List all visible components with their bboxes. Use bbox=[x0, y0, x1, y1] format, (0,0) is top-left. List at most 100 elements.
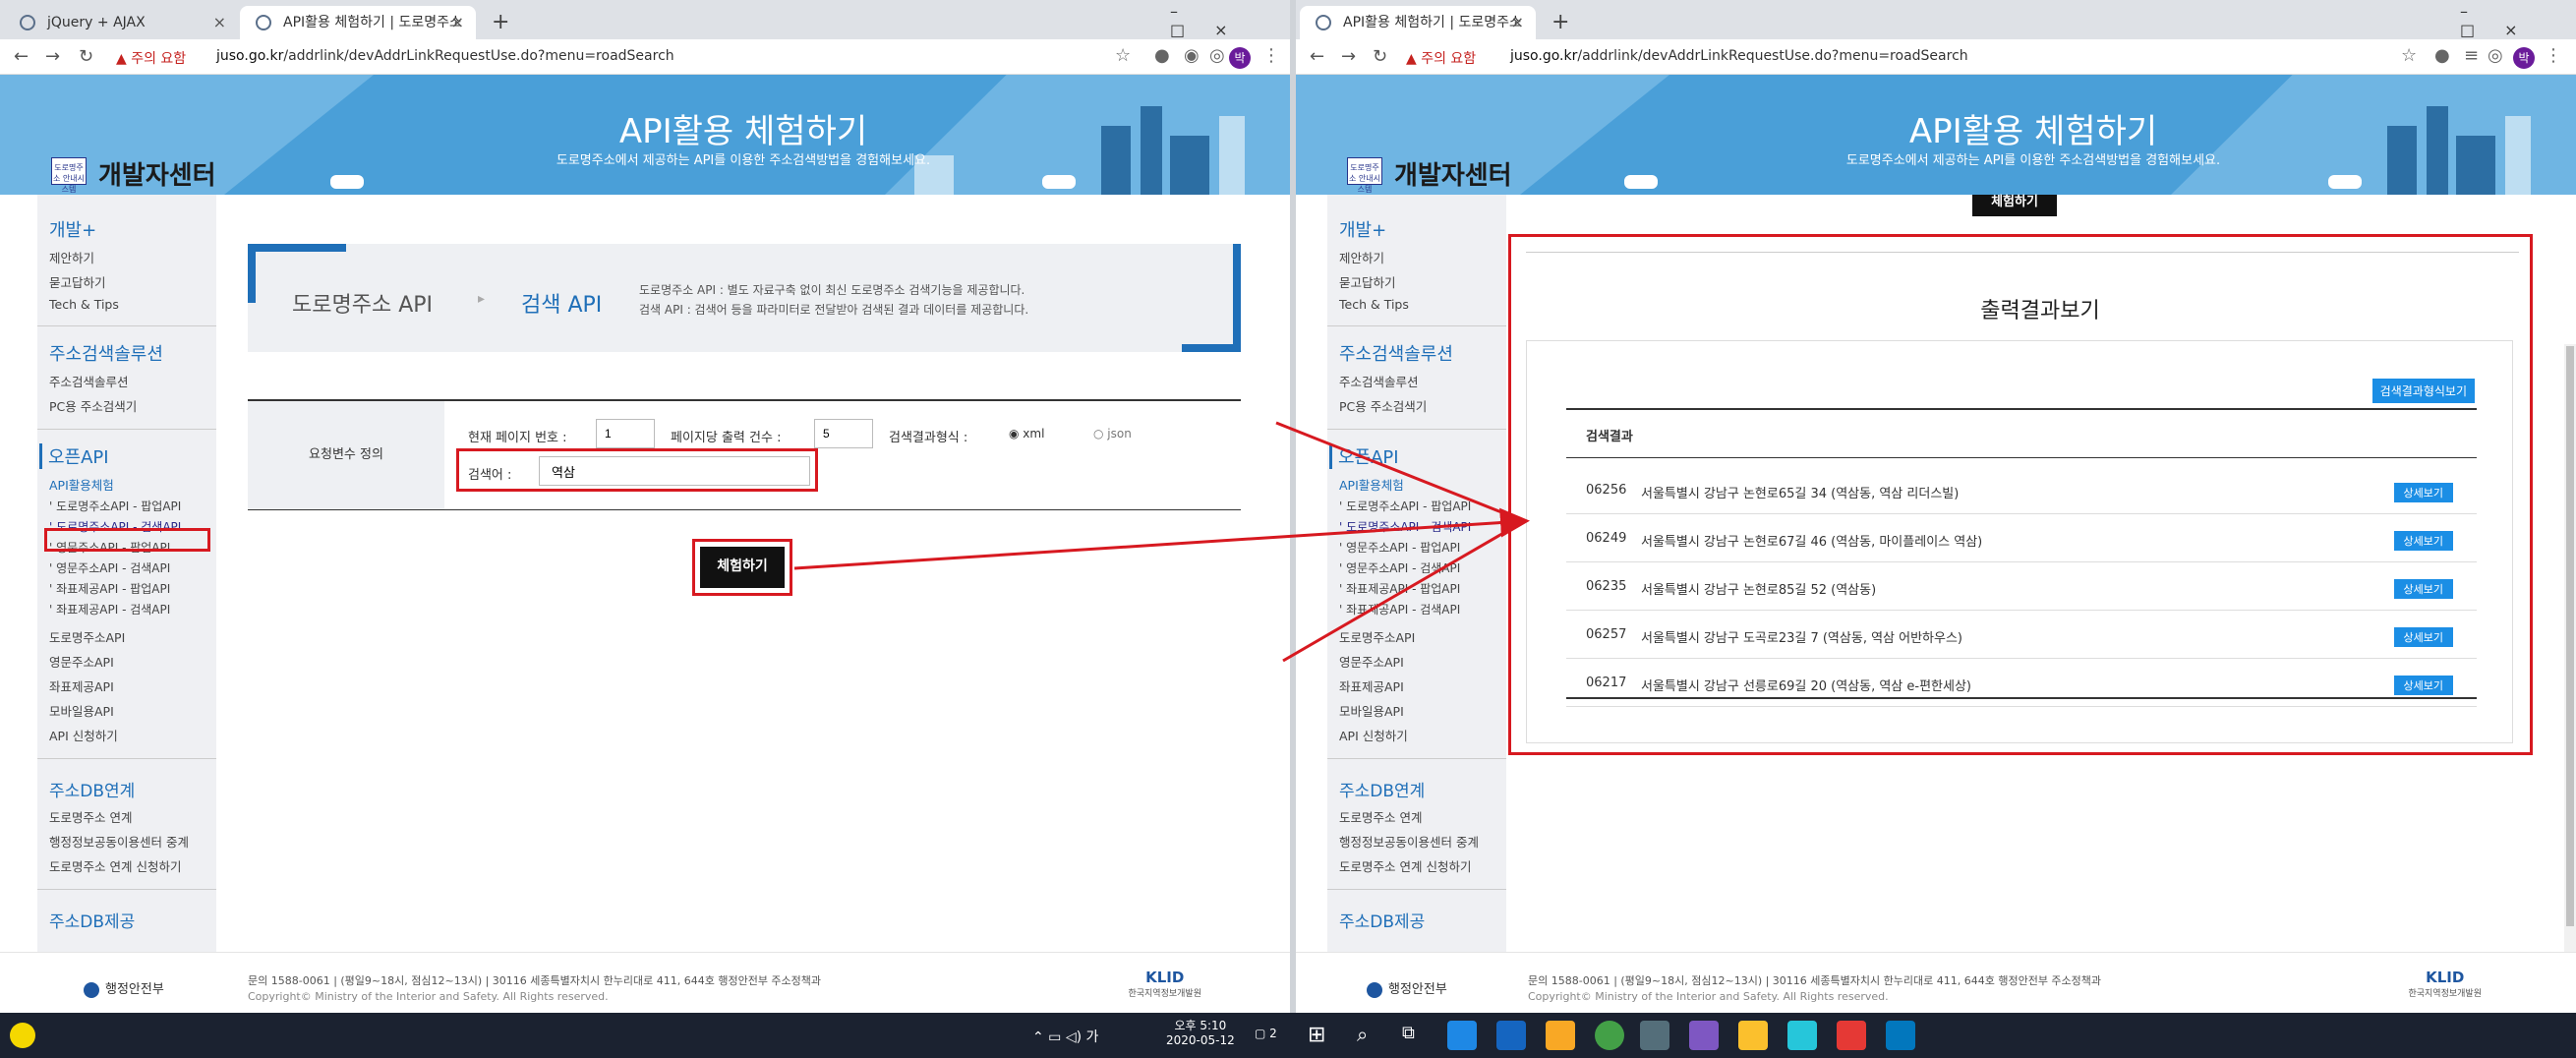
sidebar-item[interactable]: 제안하기 bbox=[1339, 248, 1506, 266]
sidebar-heading-dbprov[interactable]: 주소DB제공 bbox=[49, 908, 216, 932]
sidebar-subitem[interactable]: ' 영문주소API - 팝업API bbox=[49, 539, 216, 556]
extension-icon[interactable]: ◎ bbox=[2488, 45, 2503, 66]
ministry-logo[interactable]: 행정안전부 bbox=[1367, 978, 1447, 998]
sidebar-item[interactable]: API 신청하기 bbox=[49, 726, 216, 744]
sidebar-item[interactable]: 행정정보공동이용센터 중계 bbox=[1339, 832, 1506, 851]
sidebar-subitem[interactable]: ' 좌표제공API - 팝업API bbox=[49, 580, 216, 597]
window-controls[interactable]: –□× bbox=[2460, 2, 2576, 39]
extension-icon[interactable]: ◎ bbox=[1209, 45, 1225, 66]
sidebar-item[interactable]: 도로명주소API bbox=[1339, 627, 1506, 646]
tab-jquery-ajax[interactable]: jQuery + AJAX × bbox=[4, 6, 238, 39]
forward-icon[interactable]: → bbox=[1341, 46, 1356, 67]
sidebar-heading-dev[interactable]: 개발+ bbox=[49, 216, 216, 242]
sidebar-item[interactable]: 도로명주소 연계 신청하기 bbox=[1339, 856, 1506, 875]
tab-api-experience[interactable]: API활용 체험하기 | 도로명주소 × bbox=[1300, 6, 1536, 39]
sidebar-item[interactable]: Tech & Tips bbox=[1339, 297, 1506, 312]
forward-icon[interactable]: → bbox=[45, 46, 60, 67]
detail-button[interactable]: 상세보기 bbox=[2393, 483, 2453, 502]
sidebar-item[interactable]: 제안하기 bbox=[49, 248, 216, 266]
reload-icon[interactable]: ↻ bbox=[1373, 46, 1387, 67]
sidebar-heading-solution[interactable]: 주소검색솔루션 bbox=[49, 340, 216, 366]
ministry-logo[interactable]: 행정안전부 bbox=[84, 978, 164, 998]
detail-button[interactable]: 상세보기 bbox=[2393, 627, 2453, 647]
app-icon[interactable] bbox=[1837, 1021, 1866, 1050]
sidebar-item[interactable]: Tech & Tips bbox=[49, 297, 216, 312]
security-warning[interactable]: ▲ 주의 요함 bbox=[1406, 48, 1476, 68]
clock[interactable]: 오후 5:10 2020-05-12 bbox=[1166, 1017, 1235, 1047]
sidebar-heading-dev[interactable]: 개발+ bbox=[1339, 216, 1506, 242]
sidebar-item[interactable]: PC용 주소검색기 bbox=[1339, 396, 1506, 415]
scrollbar[interactable] bbox=[2564, 344, 2576, 954]
back-icon[interactable]: ← bbox=[1310, 46, 1324, 67]
radio-json[interactable]: ○ json bbox=[1093, 427, 1132, 441]
kakaotalk-icon[interactable] bbox=[10, 1023, 35, 1048]
window-controls[interactable]: –□× bbox=[1170, 2, 1290, 39]
developer-center-logo[interactable]: 개발자센터 bbox=[98, 155, 216, 192]
sidebar-heading-openapi[interactable]: 오픈API bbox=[39, 443, 216, 469]
sidebar-item[interactable]: 행정정보공동이용센터 중계 bbox=[49, 832, 216, 851]
site-logo-icon[interactable]: 도로명주소 안내시스템 bbox=[51, 157, 87, 194]
security-warning[interactable]: ▲ 주의 요함 bbox=[116, 48, 186, 68]
profile-avatar[interactable]: 박 bbox=[2513, 46, 2535, 69]
sidebar-heading-db[interactable]: 주소DB연계 bbox=[49, 777, 216, 801]
sidebar-heading-solution[interactable]: 주소검색솔루션 bbox=[1339, 340, 1506, 366]
close-tab-icon[interactable]: × bbox=[213, 6, 226, 39]
sidebar-item-api-experience[interactable]: API활용체험 bbox=[1339, 475, 1506, 494]
sidebar-item[interactable]: 묻고답하기 bbox=[1339, 272, 1506, 291]
try-it-button[interactable]: 체험하기 bbox=[1972, 195, 2057, 216]
app-icon[interactable] bbox=[1886, 1021, 1915, 1050]
new-tab-button[interactable]: + bbox=[1551, 6, 1569, 39]
edge-icon[interactable] bbox=[1447, 1021, 1477, 1050]
sidebar-item[interactable]: 좌표제공API bbox=[49, 676, 216, 695]
tray-icons[interactable]: ⌃ ▭ ◁) 가 bbox=[1032, 1027, 1098, 1046]
sidebar-item[interactable]: 좌표제공API bbox=[1339, 676, 1506, 695]
extension-icon[interactable]: ◉ bbox=[1184, 45, 1200, 66]
radio-xml[interactable]: ◉ xml bbox=[1009, 427, 1044, 441]
sidebar-item[interactable]: 주소검색솔루션 bbox=[1339, 372, 1506, 390]
site-logo-icon[interactable]: 도로명주소 안내시스템 bbox=[1347, 157, 1382, 194]
reload-icon[interactable]: ↻ bbox=[79, 46, 93, 67]
detail-button[interactable]: 상세보기 bbox=[2393, 531, 2453, 551]
sidebar-item[interactable]: 도로명주소 연계 신청하기 bbox=[49, 856, 216, 875]
sidebar-item[interactable]: 도로명주소API bbox=[49, 627, 216, 646]
task-view-icon[interactable]: ⧉ bbox=[1402, 1023, 1415, 1043]
bookmark-star-icon[interactable]: ☆ bbox=[2401, 45, 2417, 66]
close-tab-icon[interactable]: × bbox=[451, 6, 464, 39]
sidebar-item[interactable]: 모바일용API bbox=[1339, 701, 1506, 720]
url-field[interactable]: juso.go.kr/addrlink/devAddrLinkRequestUs… bbox=[1510, 48, 1968, 64]
format-view-button[interactable]: 검색결과형식보기 bbox=[2371, 379, 2475, 403]
sidebar-subitem[interactable]: ' 영문주소API - 검색API bbox=[1339, 559, 1506, 576]
sidebar-subitem[interactable]: ' 좌표제공API - 팝업API bbox=[1339, 580, 1506, 597]
store-icon[interactable] bbox=[1496, 1021, 1526, 1050]
sidebar-subitem[interactable]: ' 도로명주소API - 팝업API bbox=[1339, 498, 1506, 514]
app-icon[interactable] bbox=[1640, 1021, 1669, 1050]
sidebar-subitem[interactable]: ' 영문주소API - 검색API bbox=[49, 559, 216, 576]
sidebar-item[interactable]: 주소검색솔루션 bbox=[49, 372, 216, 390]
sidebar-heading-dbprov[interactable]: 주소DB제공 bbox=[1339, 908, 1506, 932]
windows-start-icon[interactable]: ⊞ bbox=[1308, 1023, 1325, 1047]
sidebar-item[interactable]: 모바일용API bbox=[49, 701, 216, 720]
sidebar-subitem-selected[interactable]: ' 도로명주소API - 검색API bbox=[49, 518, 216, 535]
sidebar-item[interactable]: 영문주소API bbox=[49, 652, 216, 671]
notification-icon[interactable]: ▢ 2 bbox=[1255, 1027, 1277, 1040]
file-explorer-icon[interactable] bbox=[1546, 1021, 1575, 1050]
menu-icon[interactable]: ⋮ bbox=[1262, 45, 1280, 66]
sidebar-subitem[interactable]: ' 좌표제공API - 검색API bbox=[1339, 601, 1506, 617]
sidebar-item[interactable]: PC용 주소검색기 bbox=[49, 396, 216, 415]
search-icon[interactable]: ⌕ bbox=[1357, 1023, 1368, 1046]
app-icon[interactable] bbox=[1738, 1021, 1768, 1050]
detail-button[interactable]: 상세보기 bbox=[2393, 579, 2453, 599]
sidebar-subitem[interactable]: ' 좌표제공API - 검색API bbox=[49, 601, 216, 617]
sidebar-heading-openapi[interactable]: 오픈API bbox=[1329, 443, 1506, 469]
sidebar-heading-db[interactable]: 주소DB연계 bbox=[1339, 777, 1506, 801]
sidebar-item[interactable]: 묻고답하기 bbox=[49, 272, 216, 291]
back-icon[interactable]: ← bbox=[14, 46, 29, 67]
bookmark-star-icon[interactable]: ☆ bbox=[1115, 45, 1131, 66]
sidebar-item[interactable]: 도로명주소 연계 bbox=[49, 807, 216, 826]
page-number-input[interactable] bbox=[596, 419, 655, 448]
klid-logo[interactable]: KLID 한국지역정보개발원 bbox=[1128, 969, 1201, 999]
url-field[interactable]: juso.go.kr/addrlink/devAddrLinkRequestUs… bbox=[216, 48, 674, 64]
tab-api-experience[interactable]: API활용 체험하기 | 도로명주소 × bbox=[240, 6, 476, 39]
page-count-input[interactable] bbox=[814, 419, 873, 448]
profile-avatar[interactable]: 박 bbox=[1229, 46, 1251, 69]
